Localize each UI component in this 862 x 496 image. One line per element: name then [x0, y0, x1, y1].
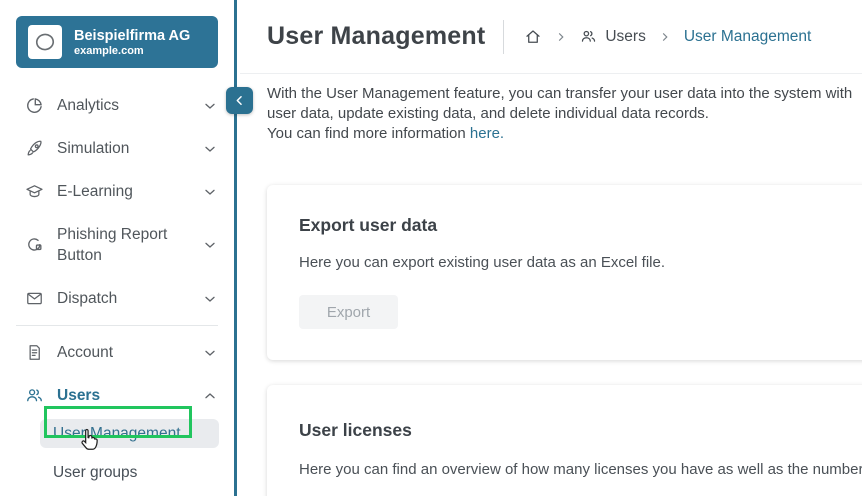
more-information-link[interactable]: here. — [470, 125, 504, 142]
card-title: User licenses — [299, 420, 862, 441]
breadcrumb-users-label: Users — [605, 28, 645, 46]
sidebar-item-label: Users — [57, 385, 202, 406]
breadcrumb: Users User Management — [524, 28, 811, 46]
sidebar-collapse-button[interactable] — [226, 87, 253, 114]
chevron-down-icon — [202, 98, 218, 114]
organization-name: Beispielfirma AG — [74, 27, 190, 45]
intro-line-2: user data, update existing data, and del… — [267, 104, 862, 124]
sidebar-divider — [16, 325, 218, 326]
card-body: Here you can find an overview of how man… — [299, 461, 862, 478]
page-header: User Management Users — [240, 0, 862, 74]
pie-chart-icon — [24, 96, 44, 116]
intro-line-3: You can find more information here. — [267, 124, 862, 144]
sidebar-item-users[interactable]: Users — [0, 374, 234, 417]
sidebar-item-elearning[interactable]: E-Learning — [0, 170, 234, 213]
chevron-up-icon — [202, 388, 218, 404]
sidebar-item-phishing-report-button[interactable]: Phishing Report Button — [0, 213, 234, 277]
chevron-right-icon — [659, 31, 671, 43]
user-licenses-card: User licenses Here you can find an overv… — [267, 385, 862, 496]
sidebar-item-label: Simulation — [57, 138, 202, 159]
card-body: Here you can export existing user data a… — [299, 254, 862, 271]
sidebar-item-label: Phishing Report Button — [57, 224, 202, 266]
breadcrumb-current: User Management — [684, 28, 812, 46]
document-icon — [24, 343, 44, 363]
organization-card[interactable]: Beispielfirma AG example.com — [16, 16, 218, 68]
sidebar-subitem-user-groups[interactable]: User groups — [40, 458, 219, 487]
sidebar-subitem-label: User groups — [53, 464, 137, 482]
chevron-right-icon — [555, 31, 567, 43]
organization-domain: example.com — [74, 45, 190, 57]
sidebar-item-simulation[interactable]: Simulation — [0, 127, 234, 170]
rocket-icon — [24, 139, 44, 159]
card-title: Export user data — [299, 215, 862, 236]
chevron-down-icon — [202, 237, 218, 253]
page-title: User Management — [267, 22, 485, 51]
sidebar-item-label: Account — [57, 342, 202, 363]
chevron-down-icon — [202, 184, 218, 200]
sidebar-subitem-user-management[interactable]: User Management — [40, 419, 219, 448]
chevron-down-icon — [202, 345, 218, 361]
envelope-icon — [24, 289, 44, 309]
chevron-left-icon — [232, 93, 247, 108]
sidebar-subitem-label: User Management — [53, 425, 181, 443]
breadcrumb-divider — [503, 20, 504, 54]
sidebar-item-dispatch[interactable]: Dispatch — [0, 277, 234, 320]
sidebar-item-label: Analytics — [57, 95, 202, 116]
chevron-down-icon — [202, 141, 218, 157]
phishing-hook-icon — [24, 235, 44, 255]
users-icon — [24, 386, 44, 406]
graduation-cap-icon — [24, 182, 44, 202]
chevron-down-icon — [202, 291, 218, 307]
sidebar-item-label: E-Learning — [57, 181, 202, 202]
sidebar-item-label: Dispatch — [57, 288, 202, 309]
sidebar-nav: Analytics Simulation — [0, 84, 234, 496]
intro-line-1: With the User Management feature, you ca… — [267, 84, 862, 104]
home-icon[interactable] — [524, 28, 542, 46]
main-content: User Management Users — [240, 0, 862, 496]
export-user-data-card: Export user data Here you can export exi… — [267, 185, 862, 360]
sidebar-item-analytics[interactable]: Analytics — [0, 84, 234, 127]
users-icon — [580, 28, 597, 45]
organization-logo — [28, 25, 62, 59]
intro-text: With the User Management feature, you ca… — [267, 84, 862, 144]
sidebar-item-account[interactable]: Account — [0, 331, 234, 374]
breadcrumb-users[interactable]: Users — [580, 28, 645, 46]
sidebar: Beispielfirma AG example.com Analytics — [0, 0, 237, 496]
export-button[interactable]: Export — [299, 295, 398, 329]
